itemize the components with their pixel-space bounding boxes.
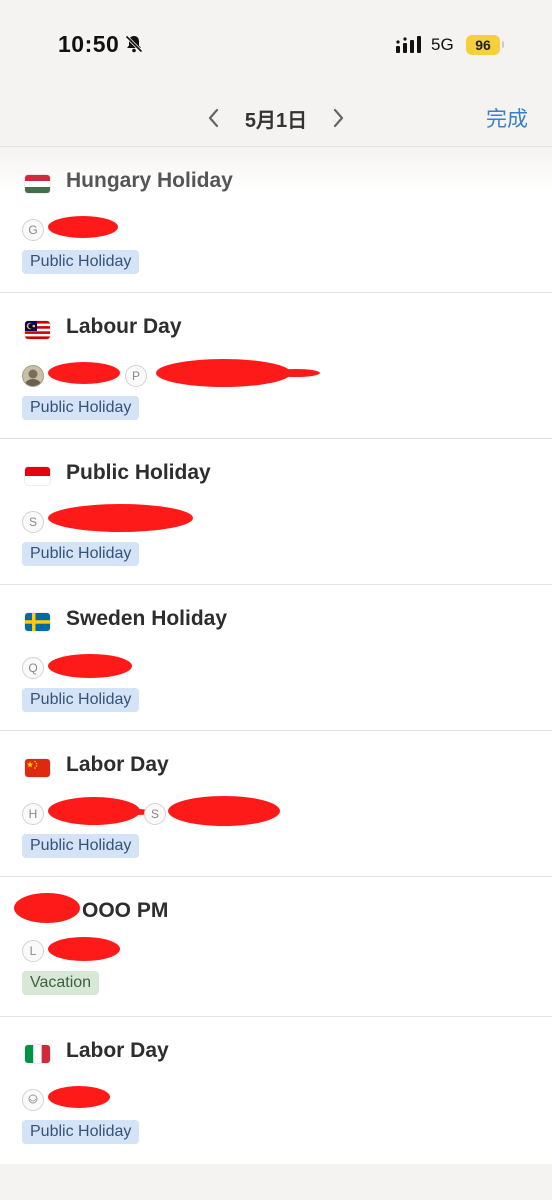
event-tag: Public Holiday	[22, 688, 140, 712]
event-card[interactable]: Hungary Holiday G Public Holiday	[0, 147, 552, 293]
redacted-attendee-name	[48, 504, 193, 532]
attendee-initial-badge: S	[22, 511, 44, 533]
date-title: 5月1日	[244, 110, 308, 132]
attendee-initial-badge: H	[22, 803, 44, 825]
signal-icon	[396, 36, 421, 53]
bell-slash-icon	[125, 35, 143, 53]
event-tag: Public Holiday	[22, 250, 140, 274]
redaction-stroke	[272, 369, 320, 377]
redacted-attendee-name	[48, 654, 132, 678]
event-title: Labour Day	[66, 315, 182, 338]
malaysia-flag-icon	[25, 321, 50, 339]
redacted-title-part	[14, 893, 80, 923]
attendee-avatar	[22, 365, 44, 387]
date-navigation: 5月1日 完成	[0, 92, 552, 147]
status-bar: 10:50 5G 96	[0, 0, 552, 92]
event-title: Public Holiday	[66, 461, 211, 484]
redacted-attendee-name	[48, 362, 120, 384]
event-title: Sweden Holiday	[66, 607, 228, 630]
sweden-flag-icon	[25, 613, 50, 631]
redacted-attendee-name	[156, 359, 291, 387]
redacted-attendee-name	[48, 937, 120, 961]
redacted-attendee-name	[48, 1086, 110, 1108]
attendee-initial-badge: G	[22, 219, 44, 241]
attendee-initial-badge: P	[125, 365, 147, 387]
event-list: Hungary Holiday G Public Holiday Labour …	[0, 147, 552, 1164]
hungary-flag-icon	[25, 175, 50, 193]
battery-tip	[502, 41, 504, 48]
event-card[interactable]: Labour Day P Public Holiday	[0, 293, 552, 439]
event-card[interactable]: Public Holiday S Public Holiday	[0, 439, 552, 585]
attendee-initial-badge: S	[144, 803, 166, 825]
event-card[interactable]: OOO PM L Vacation	[0, 877, 552, 1017]
event-title: Hungary Holiday	[66, 169, 233, 192]
event-card[interactable]: Sweden Holiday Q Public Holiday	[0, 585, 552, 731]
event-tag: Public Holiday	[22, 834, 140, 858]
chevron-right-icon[interactable]	[328, 106, 348, 130]
event-title: OOO PM	[82, 899, 169, 922]
attendee-initial-badge: Q	[22, 657, 44, 679]
italy-flag-icon	[25, 1045, 50, 1063]
event-tag: Public Holiday	[22, 396, 140, 420]
event-card[interactable]: Labor Day H S Public Holiday	[0, 731, 552, 877]
redacted-attendee-name	[48, 216, 118, 238]
event-tag: Public Holiday	[22, 1120, 140, 1144]
network-label: 5G	[431, 35, 454, 54]
battery-indicator: 96	[466, 35, 500, 55]
chevron-left-icon[interactable]	[204, 106, 224, 130]
china-flag-icon	[25, 759, 50, 777]
event-title: Labor Day	[66, 1039, 169, 1062]
attendee-initial-badge: L	[22, 940, 44, 962]
event-card[interactable]: Labor Day Public Holiday	[0, 1017, 552, 1164]
event-tag: Vacation	[22, 971, 100, 995]
attendee-avatar-icon	[22, 1089, 44, 1111]
done-button[interactable]: 完成	[486, 103, 528, 133]
indonesia-flag-icon	[25, 467, 50, 485]
event-title: Labor Day	[66, 753, 169, 776]
status-time: 10:50	[58, 31, 120, 57]
redacted-attendee-name	[168, 796, 280, 826]
event-tag: Public Holiday	[22, 542, 140, 566]
